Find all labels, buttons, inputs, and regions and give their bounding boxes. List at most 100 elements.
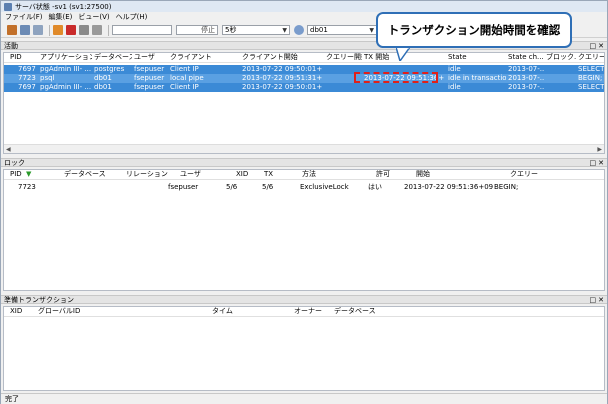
- status-text: 完了: [5, 395, 19, 403]
- col-start[interactable]: 開始: [416, 170, 446, 179]
- col-granted[interactable]: 許可: [376, 170, 396, 179]
- col-query[interactable]: クエリー: [578, 53, 604, 62]
- col-app[interactable]: アプリケーション名: [40, 53, 92, 62]
- close-icon[interactable]: ✕: [598, 296, 604, 304]
- lock-panel-title: ロック: [4, 158, 25, 167]
- app-window: サーバ状態 -sv1 (sv1:27500) ファイル(F) 編集(E) ビュー…: [0, 0, 608, 404]
- cell-state-change: 2013-07-...: [508, 74, 544, 82]
- col-database[interactable]: データベース: [334, 307, 384, 316]
- cell-app: pgAdmin III- ...: [40, 83, 92, 91]
- activity-table-header: PID アプリケーション名 データベース ユーザ クライアント クライアント開始…: [4, 53, 604, 63]
- col-xid[interactable]: XID: [236, 170, 256, 179]
- col-relation[interactable]: リレーション: [126, 170, 172, 179]
- cell-state: idle: [448, 65, 461, 73]
- col-state-change[interactable]: State ch...: [508, 53, 544, 62]
- cell-tx-start: [364, 83, 444, 92]
- cell-database: db01: [94, 74, 112, 82]
- col-time[interactable]: タイム: [212, 307, 242, 316]
- maximize-icon[interactable]: □: [590, 42, 597, 50]
- col-client-start[interactable]: クライアント開始: [242, 53, 322, 62]
- lock-table: PID ▼ データベース リレーション ユーザ XID TX 方法 許可 開始 …: [3, 169, 605, 291]
- col-user[interactable]: ユーザ: [134, 53, 166, 62]
- cell-pid: 7697: [18, 83, 36, 91]
- cell-client-start: 2013-07-22 09:51:31+09: [242, 74, 322, 82]
- menu-view[interactable]: ビュー(V): [78, 12, 109, 22]
- toolbar-separator: [108, 24, 109, 36]
- stop-field[interactable]: 停止: [176, 25, 218, 35]
- cell-user: fsepuser: [134, 83, 165, 91]
- col-xid[interactable]: XID: [10, 307, 30, 316]
- cell-query: BEGIN;: [578, 74, 603, 82]
- refresh-icon[interactable]: [7, 25, 17, 35]
- callout-pointer: [396, 47, 410, 61]
- col-pid[interactable]: PID: [10, 170, 24, 179]
- menu-file[interactable]: ファイル(F): [5, 12, 43, 22]
- cell-pid: 7723: [18, 183, 36, 191]
- col-query[interactable]: クエリー: [510, 170, 550, 179]
- database-select[interactable]: db01 ▼: [307, 25, 377, 35]
- app-icon: [4, 2, 12, 11]
- database-value: db01: [310, 26, 328, 34]
- table-row[interactable]: 7697 pgAdmin III- ... postgres fsepuser …: [4, 65, 604, 74]
- maximize-icon[interactable]: □: [590, 159, 597, 167]
- cell-app: pgAdmin III- ...: [40, 65, 92, 73]
- scroll-left-icon[interactable]: ◀: [6, 146, 11, 153]
- maximize-icon[interactable]: □: [590, 296, 597, 304]
- cell-granted: はい: [368, 183, 382, 191]
- stop-label: 停止: [201, 26, 215, 34]
- col-client[interactable]: クライアント: [170, 53, 234, 62]
- cell-client-start: 2013-07-22 09:50:01+09: [242, 83, 322, 91]
- callout-text: トランザクション開始時間を確認: [387, 23, 561, 37]
- col-tx[interactable]: TX: [264, 170, 284, 179]
- close-icon[interactable]: ✕: [598, 42, 604, 50]
- cancel-query-icon[interactable]: [53, 25, 63, 35]
- col-user[interactable]: ユーザ: [180, 170, 214, 179]
- terminate-icon[interactable]: [66, 25, 76, 35]
- col-database[interactable]: データベース: [94, 53, 132, 62]
- cell-relation: [126, 183, 172, 192]
- status-bar: 完了: [1, 393, 607, 404]
- menu-help[interactable]: ヘルプ(H): [116, 12, 148, 22]
- refresh-rate-value: 5秒: [225, 26, 237, 34]
- cell-user: fsepuser: [134, 74, 165, 82]
- refresh-rate-select[interactable]: 5秒 ▼: [222, 25, 290, 35]
- cell-database: [64, 183, 110, 192]
- lock-table-header: PID ▼ データベース リレーション ユーザ XID TX 方法 許可 開始 …: [4, 170, 604, 180]
- cell-start: 2013-07-22 09:51:36+09: [404, 183, 494, 191]
- cell-app: psql: [40, 74, 55, 82]
- copy-icon[interactable]: [20, 25, 30, 35]
- menu-edit[interactable]: 編集(E): [49, 12, 73, 22]
- log-file-field[interactable]: [112, 25, 172, 35]
- scroll-right-icon[interactable]: ▶: [597, 146, 602, 153]
- activity-table: PID アプリケーション名 データベース ユーザ クライアント クライアント開始…: [3, 52, 605, 154]
- cell-state-change: 2013-07-...: [508, 65, 544, 73]
- cell-pid: 7723: [18, 74, 36, 82]
- toolbar-separator: [49, 24, 50, 36]
- col-blocked[interactable]: ブロック...: [546, 53, 576, 62]
- horizontal-scrollbar[interactable]: ◀ ▶: [4, 144, 604, 153]
- col-global-id[interactable]: グローバルID: [38, 307, 98, 316]
- table-row[interactable]: 7697 pgAdmin III- ... db01 fsepuser Clie…: [4, 83, 604, 92]
- col-state[interactable]: State: [448, 53, 504, 62]
- sort-down-icon[interactable]: ▼: [26, 170, 34, 179]
- paste-icon[interactable]: [33, 25, 43, 35]
- col-method[interactable]: 方法: [302, 170, 332, 179]
- rollback-icon[interactable]: [92, 25, 102, 35]
- cell-state-change: 2013-07-...: [508, 83, 544, 91]
- cell-query: SELECT: [578, 65, 605, 73]
- cell-state: idle in transaction: [448, 74, 506, 82]
- col-owner[interactable]: オーナー: [294, 307, 334, 316]
- cell-user: fsepuser: [134, 65, 165, 73]
- table-row[interactable]: 7723 psql db01 fsepuser local pipe 2013-…: [4, 74, 604, 83]
- prepared-panel-title: 準備トランザクション: [4, 295, 74, 304]
- col-database[interactable]: データベース: [64, 170, 110, 179]
- close-icon[interactable]: ✕: [598, 159, 604, 167]
- cell-client: local pipe: [170, 74, 204, 82]
- cell-database: db01: [94, 83, 112, 91]
- cell-user: fsepuser: [168, 183, 199, 191]
- commit-icon[interactable]: [79, 25, 89, 35]
- cell-state: idle: [448, 83, 461, 91]
- table-row[interactable]: 7723 fsepuser 5/6 5/6 ExclusiveLock はい 2…: [4, 183, 604, 192]
- col-pid[interactable]: PID: [10, 53, 30, 62]
- col-query-start[interactable]: クエリー開始: [326, 53, 362, 62]
